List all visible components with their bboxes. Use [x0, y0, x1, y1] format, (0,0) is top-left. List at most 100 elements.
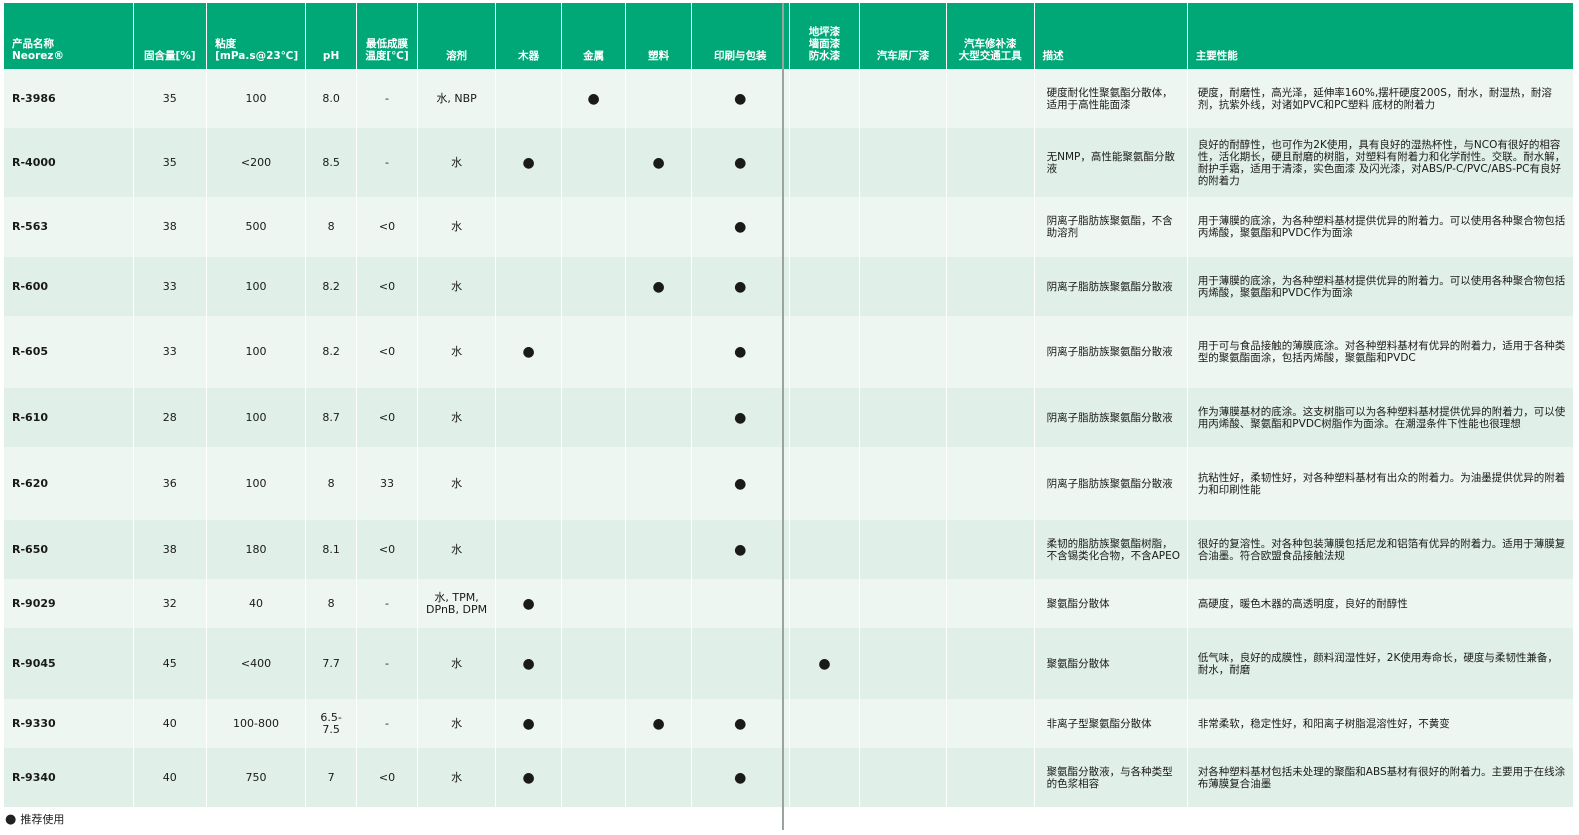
cell-ph: 8	[305, 197, 358, 257]
cell-floor	[789, 579, 861, 628]
cell-mfft: -	[356, 579, 418, 628]
cell-mfft: -	[356, 699, 418, 748]
cell-printing: ●	[691, 699, 790, 748]
cell-description: 无NMP，高性能聚氨酯分散液	[1034, 128, 1188, 197]
cell-ph: 8.1	[305, 520, 358, 579]
cell-refinish	[946, 128, 1035, 197]
cell-viscosity: 750	[206, 748, 306, 807]
cell-description: 柔韧的脂肪族聚氨酯树脂，不含锡类化合物，不含APEO	[1034, 520, 1188, 579]
cell-name: R-605	[4, 316, 134, 388]
cell-mfft: <0	[356, 748, 418, 807]
cell-properties: 很好的复溶性。对各种包装薄膜包括尼龙和铝箔有优异的附着力。适用于薄膜复合油墨。符…	[1187, 520, 1575, 579]
cell-oem	[859, 520, 947, 579]
cell-metal	[561, 257, 627, 316]
cell-wood: ●	[495, 699, 562, 748]
cell-solvent: 水, NBP	[417, 69, 497, 128]
cell-ph: 6.5-7.5	[305, 699, 358, 748]
cell-wood: ●	[495, 579, 562, 628]
cell-refinish	[946, 520, 1035, 579]
cell-solids: 35	[133, 69, 208, 128]
cell-oem	[859, 447, 947, 520]
cell-solids: 33	[133, 257, 208, 316]
cell-metal: ●	[561, 69, 627, 128]
cell-printing: ●	[691, 447, 790, 520]
cell-plastic	[625, 447, 692, 520]
cell-solvent: 水	[417, 257, 497, 316]
cell-solids: 32	[133, 579, 208, 628]
cell-name: R-9340	[4, 748, 134, 807]
cell-solids: 38	[133, 520, 208, 579]
cell-plastic: ●	[625, 128, 692, 197]
cell-metal	[561, 520, 627, 579]
cell-viscosity: 100-800	[206, 699, 306, 748]
table-row: R-9330 40 100-800 6.5-7.5- 水 ● ● ● 非离子型聚氨酯分散体 非常柔…	[4, 699, 1575, 748]
cell-description: 阴离子脂肪族聚氨酯分散液	[1034, 388, 1188, 447]
table-row: R-4000 35 <200 8.5- 水 ● ● ● 无NMP，高性能聚氨酯分散液 良好的耐醇性…	[4, 128, 1575, 197]
cell-viscosity: 100	[206, 316, 306, 388]
cell-oem	[859, 388, 947, 447]
cell-solvent: 水	[417, 447, 497, 520]
cell-ph: 7	[305, 748, 358, 807]
cell-plastic: ●	[625, 699, 692, 748]
cell-refinish	[946, 197, 1035, 257]
table-row: R-650 38 180 8.1 <0 水 ● 柔韧的脂肪族聚氨酯树脂，不含锡类化合物，不含A…	[4, 520, 1575, 579]
cell-wood	[495, 447, 562, 520]
cell-floor	[789, 388, 861, 447]
cell-mfft: -	[356, 628, 418, 699]
cell-properties: 硬度，耐磨性，高光泽，延伸率160%,摆杆硬度200S，耐水，耐湿热，耐溶剂，抗…	[1187, 69, 1575, 128]
header-viscosity: 粘度 [mPa.s@23℃]	[206, 3, 306, 69]
cell-properties: 低气味，良好的成膜性，颜料润湿性好，2K使用寿命长，硬度与柔韧性兼备，耐水，耐磨	[1187, 628, 1575, 699]
cell-name: R-563	[4, 197, 134, 257]
header-printing: 印刷与包装	[691, 3, 790, 69]
cell-ph: 8.2	[305, 316, 358, 388]
legend: ● 推荐使用	[5, 811, 64, 827]
cell-printing: ●	[691, 197, 790, 257]
cell-solvent: 水	[417, 520, 497, 579]
cell-solvent: 水	[417, 628, 497, 699]
header-metal: 金属	[561, 3, 627, 69]
cell-solids: 36	[133, 447, 208, 520]
cell-plastic	[625, 388, 692, 447]
table-row: R-3986 35 100 8.0- 水, NBP ● ● 硬度耐化性聚氨酯分散体，适用于高性…	[4, 69, 1575, 128]
cell-plastic	[625, 628, 692, 699]
cell-plastic	[625, 748, 692, 807]
cell-mfft: <0	[356, 388, 418, 447]
cell-viscosity: 100	[206, 388, 306, 447]
product-table: 产品名称 Neorez® 固含量[%] 粘度 [mPa.s@23℃] pH 最低成膜…	[4, 3, 1575, 807]
cell-viscosity: 40	[206, 579, 306, 628]
cell-mfft: <0	[356, 316, 418, 388]
cell-solids: 33	[133, 316, 208, 388]
cell-name: R-9029	[4, 579, 134, 628]
cell-floor	[789, 699, 861, 748]
cell-solvent: 水	[417, 699, 497, 748]
legend-label: 推荐使用	[20, 813, 65, 826]
cell-solvent: 水	[417, 316, 497, 388]
cell-description: 阴离子脂肪族聚氨酯分散液	[1034, 316, 1188, 388]
column-divider	[782, 3, 784, 830]
cell-description: 阴离子脂肪族聚氨酯分散液	[1034, 257, 1188, 316]
cell-name: R-9330	[4, 699, 134, 748]
cell-refinish	[946, 699, 1035, 748]
cell-plastic: ●	[625, 257, 692, 316]
cell-oem	[859, 628, 947, 699]
header-wood: 木器	[495, 3, 562, 69]
cell-viscosity: <200	[206, 128, 306, 197]
cell-plastic	[625, 520, 692, 579]
table-row: R-9029 32 40 8- 水, TPM, DPnB, DPM ● 聚氨酯分散体 高硬度，…	[4, 579, 1575, 628]
cell-solvent: 水	[417, 197, 497, 257]
cell-refinish	[946, 447, 1035, 520]
cell-name: R-9045	[4, 628, 134, 699]
cell-oem	[859, 257, 947, 316]
cell-ph: 7.7	[305, 628, 358, 699]
cell-ph: 8	[305, 579, 358, 628]
header-mfft: 最低成膜 温度[℃]	[356, 3, 418, 69]
cell-properties: 抗粘性好，柔韧性好，对各种塑料基材有出众的附着力。为油墨提供优异的附着力和印刷性…	[1187, 447, 1575, 520]
header-solvent: 溶剂	[417, 3, 497, 69]
cell-floor	[789, 447, 861, 520]
header-product-name: 产品名称 Neorez®	[4, 3, 134, 69]
cell-mfft: <0	[356, 257, 418, 316]
cell-oem	[859, 316, 947, 388]
table-row: R-605 33 100 8.2 <0 水 ● ● 阴离子脂肪族聚氨酯分散液 用于可与食品接触的薄…	[4, 316, 1575, 388]
cell-printing: ●	[691, 316, 790, 388]
table-row: R-600 33 100 8.2 <0 水 ● ● 阴离子脂肪族聚氨酯分散液 用于薄膜的底涂，为各…	[4, 257, 1575, 316]
